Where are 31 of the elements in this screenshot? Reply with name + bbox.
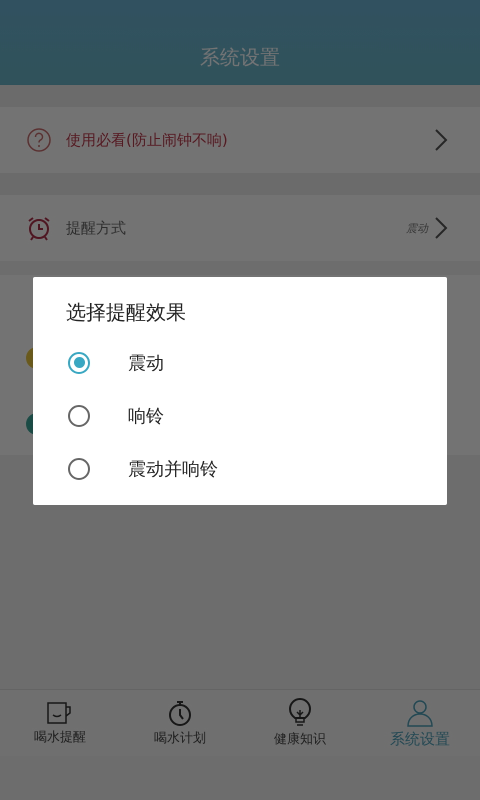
tab[interactable]: 喝水计划 [120, 690, 240, 756]
radio-option[interactable]: 震动 [66, 336, 447, 389]
row-label: 提醒方式 [66, 218, 127, 238]
option-label: 震动 [128, 352, 164, 374]
radio-button[interactable] [68, 458, 90, 480]
settings-row[interactable]: 提醒方式 震动 [0, 195, 480, 261]
row-label: 使用必看(防止闹钟不响) [66, 130, 229, 150]
alarm-clock-icon [26, 215, 52, 241]
option-label: 震动并响铃 [128, 458, 218, 480]
option-label: 响铃 [128, 404, 164, 428]
tab[interactable]: 喝水提醒 [0, 690, 120, 756]
light-bulb-icon [287, 698, 313, 728]
tab-label: 系统设置 [390, 730, 450, 748]
tab[interactable]: 健康知识 [240, 690, 360, 756]
tab-label: 喝水提醒 [34, 729, 86, 746]
chevron-icon [434, 216, 448, 240]
radio-button[interactable] [68, 404, 90, 426]
tab[interactable]: 系统设置 [360, 690, 480, 756]
row-value: 震动 [406, 220, 428, 236]
tab-label: 喝水计划 [154, 730, 206, 747]
dialog-title: 选择提醒效果 [66, 299, 187, 326]
radio-option[interactable]: 响铃 [66, 389, 447, 442]
stopwatch-icon [167, 699, 193, 727]
radio-option[interactable]: 震动并响铃 [66, 442, 447, 495]
tab-label: 健康知识 [274, 731, 326, 748]
radio-button[interactable] [68, 352, 90, 374]
person-icon [405, 698, 435, 728]
help-icon [26, 127, 52, 153]
settings-row[interactable]: 使用必看(防止闹钟不响) [0, 107, 480, 173]
screen-title: 系统设置 [200, 44, 280, 71]
chevron-icon [434, 128, 448, 152]
